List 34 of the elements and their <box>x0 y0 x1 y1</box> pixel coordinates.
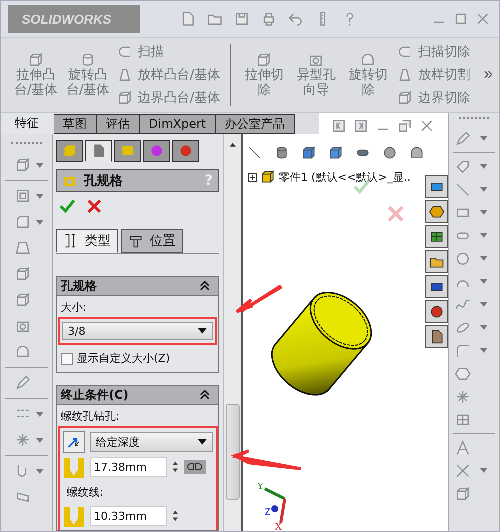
ribbon-command[interactable]: 拉伸切除 <box>241 52 288 98</box>
axis-label: Z <box>265 507 272 518</box>
app-logo: SOLIDWORKS <box>8 5 140 33</box>
command-tab[interactable]: 草图 <box>54 114 97 134</box>
thread-depth-field[interactable]: 10.33mm <box>90 506 167 526</box>
ribbon-command[interactable]: 放样凸台/基体 <box>117 66 220 84</box>
command-tab[interactable]: 办公室产品 <box>216 114 296 134</box>
more-button[interactable]: » <box>484 66 493 84</box>
checkbox-label: 显示自定义大小(Z) <box>77 351 170 366</box>
depth-field[interactable]: 17.38mm <box>90 457 167 477</box>
ribbon-command[interactable]: 边界凸台/基体 <box>117 89 220 107</box>
command-tab[interactable]: 特征 <box>1 113 53 134</box>
ribbon-command[interactable]: 放样切割 <box>397 66 470 84</box>
panel-tab[interactable]: 位置 <box>121 229 183 253</box>
panel-title: 孔规格 <box>84 172 123 190</box>
panel-tab[interactable]: 类型 <box>56 229 118 253</box>
command-tab[interactable]: DimXpert <box>140 114 216 134</box>
axis-label: X <box>275 522 282 531</box>
ribbon-command[interactable]: 旋转切除 <box>345 52 392 98</box>
group-title: 孔规格 <box>61 278 97 294</box>
group-title: 终止条件(C) <box>61 386 129 404</box>
ribbon-command[interactable]: 边界切除 <box>397 89 470 107</box>
thread-label: 螺纹线: <box>66 485 105 501</box>
command-tab[interactable]: 评估 <box>97 114 140 134</box>
end-condition-dropdown[interactable]: 给定深度 <box>90 432 213 452</box>
tree-item[interactable]: 零件1 (默认<<默认>_显.. <box>279 170 411 184</box>
size-dropdown[interactable]: 3/8 <box>62 322 213 340</box>
size-label: 大小: <box>60 300 88 316</box>
drill-label: 螺纹孔钻孔: <box>60 409 121 425</box>
ribbon-command[interactable]: 旋转凸台/基体 <box>65 52 111 98</box>
ribbon-command[interactable]: 扫描切除 <box>397 43 470 61</box>
ribbon-command[interactable]: 异型孔向导 <box>293 52 340 98</box>
ribbon-command[interactable]: 拉伸凸台/基体 <box>13 52 59 98</box>
ribbon-command[interactable]: 扫描 <box>117 43 220 61</box>
